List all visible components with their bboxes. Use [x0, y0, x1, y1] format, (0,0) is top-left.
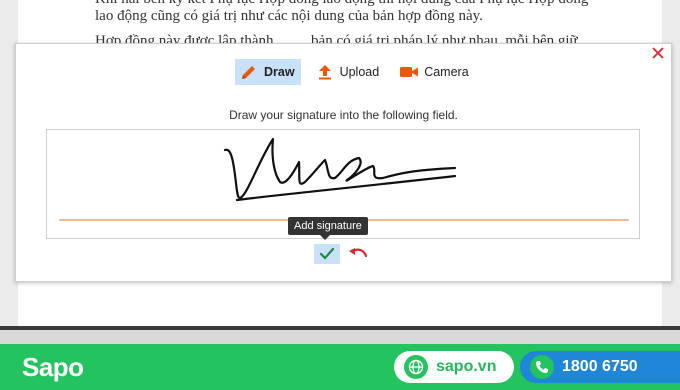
- sapo-logo: Sapo: [22, 351, 84, 383]
- document-line: Khi hai bên ký kết Phụ lục Hợp đồng lao …: [95, 0, 588, 8]
- close-button[interactable]: [649, 44, 667, 62]
- tab-camera[interactable]: Camera: [395, 59, 474, 85]
- document-line: lao động cũng có giá trị như các nội dun…: [95, 8, 483, 24]
- website-link[interactable]: sapo.vn: [394, 351, 514, 383]
- hotline-label: 1800 6750: [562, 358, 638, 375]
- camera-icon: [399, 62, 419, 82]
- document-bottom-gap: [0, 330, 680, 344]
- tab-camera-label: Camera: [424, 65, 469, 79]
- promo-footer: Sapo sapo.vn 1800 6750: [0, 344, 680, 390]
- website-label: sapo.vn: [436, 358, 497, 375]
- tab-upload-label: Upload: [339, 65, 380, 79]
- signature-instruction: Draw your signature into the following f…: [229, 108, 458, 122]
- globe-icon: [404, 355, 428, 379]
- hotline-link[interactable]: 1800 6750: [520, 351, 680, 383]
- tab-draw-label: Draw: [264, 65, 295, 79]
- signature-tabs: Draw Upload Camera: [235, 59, 485, 85]
- tab-upload[interactable]: Upload: [311, 59, 386, 85]
- pencil-icon: [239, 62, 259, 82]
- check-icon: [319, 247, 335, 260]
- add-signature-tooltip: Add signature: [288, 217, 368, 240]
- close-icon: [652, 47, 664, 59]
- logo-text: Sapo: [22, 351, 84, 382]
- add-signature-button[interactable]: [314, 244, 340, 264]
- undo-icon: [349, 248, 368, 258]
- tab-draw[interactable]: Draw: [235, 59, 301, 85]
- upload-icon: [315, 62, 335, 82]
- undo-button[interactable]: [347, 245, 369, 263]
- phone-icon: [530, 355, 554, 379]
- signature-dialog: Draw Upload Camera Draw your signature i…: [15, 43, 672, 282]
